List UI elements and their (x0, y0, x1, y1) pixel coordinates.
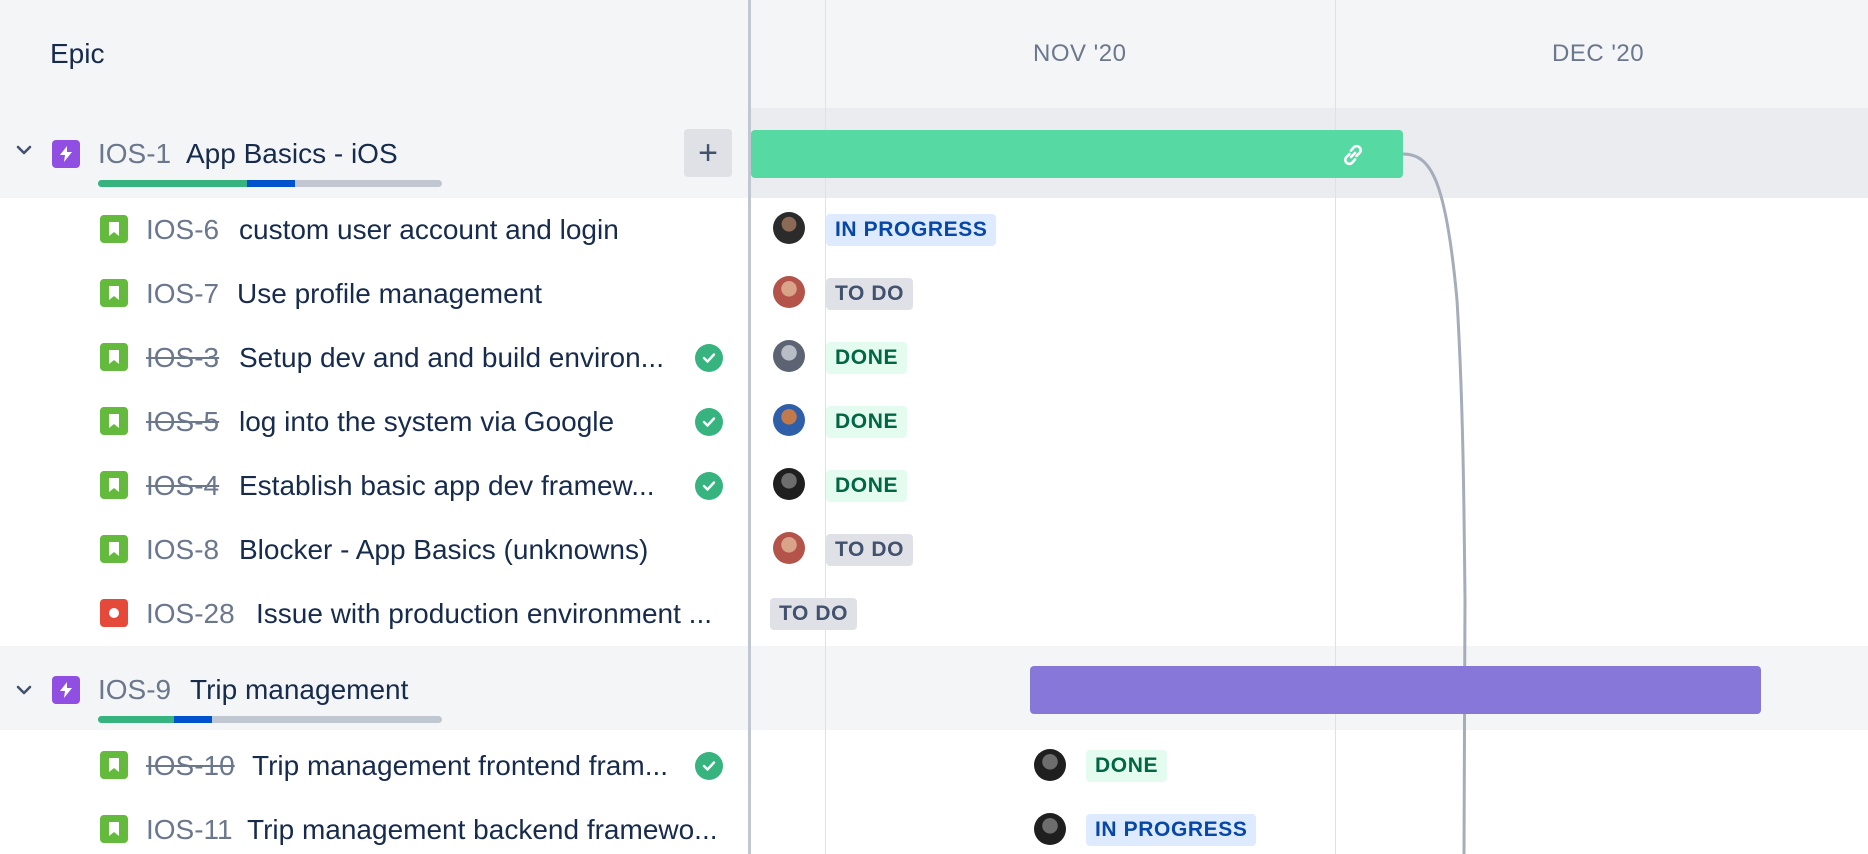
issue-row[interactable]: IOS-7 Use profile management (0, 262, 748, 326)
status-lozenge[interactable]: IN PROGRESS (826, 214, 997, 246)
epic-key[interactable]: IOS-1 (98, 138, 171, 170)
epic-row[interactable]: IOS-1 App Basics - iOS + (0, 108, 748, 198)
check-circle-icon (695, 472, 723, 500)
bookmark-icon (100, 343, 128, 371)
issue-key[interactable]: IOS-5 (146, 406, 219, 438)
check-circle-icon (695, 408, 723, 436)
avatar[interactable] (1034, 813, 1066, 845)
bookmark-icon (100, 751, 128, 779)
epic-list-panel: Epic IOS-1 App Basics - iOS + IOS-6 cust… (0, 0, 748, 854)
check-circle-icon (695, 752, 723, 780)
lightning-icon (52, 676, 80, 704)
bookmark-icon (100, 407, 128, 435)
check-circle-icon (695, 344, 723, 372)
status-lozenge[interactable]: TO DO (770, 598, 858, 630)
issue-row[interactable]: IOS-4 Establish basic app dev framew... (0, 454, 748, 518)
issue-key[interactable]: IOS-3 (146, 342, 219, 374)
avatar[interactable] (1034, 749, 1066, 781)
issue-key[interactable]: IOS-11 (146, 814, 233, 846)
epic-timeline-bar[interactable] (1030, 666, 1761, 714)
bookmark-icon (100, 815, 128, 843)
issue-summary[interactable]: Trip management frontend fram... (252, 750, 682, 782)
issue-row[interactable]: IOS-28 Issue with production environment… (0, 582, 748, 646)
issue-summary[interactable]: custom user account and login (239, 214, 679, 246)
status-lozenge[interactable]: IN PROGRESS (1086, 814, 1257, 846)
avatar[interactable] (773, 212, 805, 244)
dependency-line (1402, 152, 1467, 854)
avatar[interactable] (773, 468, 805, 500)
epic-progress-bar (98, 180, 442, 187)
epic-summary[interactable]: App Basics - iOS (186, 138, 656, 170)
bookmark-icon (100, 279, 128, 307)
issue-row[interactable]: IOS-3 Setup dev and and build environ... (0, 326, 748, 390)
status-lozenge[interactable]: TO DO (826, 534, 914, 566)
status-lozenge[interactable]: TO DO (826, 278, 914, 310)
status-lozenge[interactable]: DONE (826, 342, 908, 374)
avatar[interactable] (773, 404, 805, 436)
issue-row[interactable]: IOS-11 Trip management backend framewo..… (0, 798, 748, 854)
chevron-down-icon[interactable] (14, 680, 34, 706)
epic-row[interactable]: IOS-9 Trip management (0, 646, 748, 730)
avatar[interactable] (773, 532, 805, 564)
issue-summary[interactable]: log into the system via Google (239, 406, 679, 438)
issue-row[interactable]: IOS-6 custom user account and login (0, 198, 748, 262)
epic-timeline-bar[interactable] (751, 130, 1403, 178)
avatar[interactable] (773, 340, 805, 372)
timeline-panel: NOV '20 DEC '20 IN PROGRESS TO DO DONE D… (751, 0, 1868, 854)
status-lozenge[interactable]: DONE (1086, 750, 1168, 782)
bug-icon (100, 599, 128, 627)
epic-column-title: Epic (50, 38, 105, 69)
bookmark-icon (100, 535, 128, 563)
issue-summary[interactable]: Establish basic app dev framew... (239, 470, 679, 502)
epic-column-header: Epic (0, 0, 748, 109)
issue-summary[interactable]: Issue with production environment ... (256, 598, 732, 630)
issue-key[interactable]: IOS-4 (146, 470, 219, 502)
issue-key[interactable]: IOS-28 (146, 598, 235, 630)
issue-row[interactable]: IOS-5 log into the system via Google (0, 390, 748, 454)
epic-key[interactable]: IOS-9 (98, 674, 171, 706)
status-lozenge[interactable]: DONE (826, 406, 908, 438)
issue-summary[interactable]: Trip management backend framewo... (247, 814, 731, 846)
chevron-down-icon[interactable] (14, 140, 34, 166)
issue-summary[interactable]: Setup dev and and build environ... (239, 342, 679, 374)
epic-summary[interactable]: Trip management (190, 674, 660, 706)
issue-row[interactable]: IOS-8 Blocker - App Basics (unknowns) (0, 518, 748, 582)
issue-key[interactable]: IOS-6 (146, 214, 219, 246)
issue-key[interactable]: IOS-7 (146, 278, 219, 310)
bookmark-icon (100, 471, 128, 499)
issue-row[interactable]: IOS-10 Trip management frontend fram... (0, 734, 748, 798)
avatar[interactable] (773, 276, 805, 308)
bookmark-icon (100, 215, 128, 243)
epic-progress-bar (98, 716, 442, 723)
issue-summary[interactable]: Use profile management (237, 278, 677, 310)
panel-resize-handle[interactable] (748, 0, 751, 854)
add-child-button[interactable]: + (684, 129, 732, 177)
status-lozenge[interactable]: DONE (826, 470, 908, 502)
lightning-icon (52, 140, 80, 168)
issue-key[interactable]: IOS-10 (146, 750, 235, 782)
issue-summary[interactable]: Blocker - App Basics (unknowns) (239, 534, 679, 566)
issue-key[interactable]: IOS-8 (146, 534, 219, 566)
link-icon[interactable] (1339, 141, 1367, 174)
